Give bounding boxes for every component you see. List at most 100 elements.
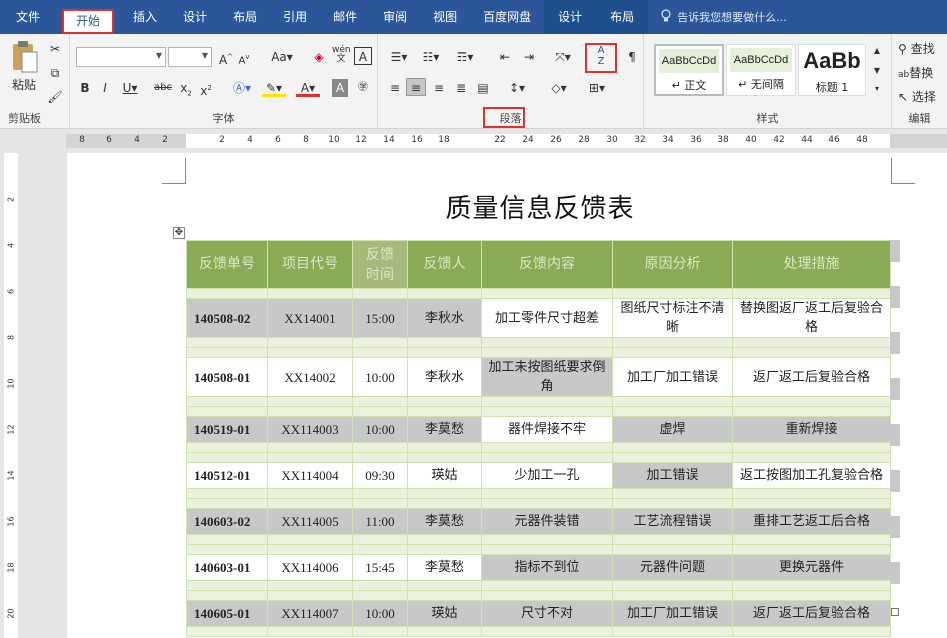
table-cell-cause[interactable]: 工艺流程错误	[612, 508, 733, 535]
style-heading-1[interactable]: AaBb 标题 1	[798, 44, 866, 96]
tab-view[interactable]: 视图	[420, 0, 470, 34]
table-cell-action[interactable]: 重排工艺返工后合格	[732, 508, 891, 535]
shading-icon[interactable]: ◇▾	[546, 79, 572, 97]
increase-indent-icon[interactable]: ⇥	[520, 48, 538, 66]
subscript-icon[interactable]: x2	[178, 79, 194, 97]
table-cell-content[interactable]: 加工未按图纸要求倒角	[481, 357, 613, 397]
bold-icon[interactable]: B	[78, 79, 92, 97]
clear-format-icon[interactable]: ◈	[310, 48, 328, 66]
tab-references[interactable]: 引用	[270, 0, 320, 34]
styles-scroll-down-icon[interactable]: ▼	[870, 62, 884, 80]
vertical-ruler[interactable]: 2 4 6 8 10 12 14 16 18 20	[0, 153, 23, 638]
table-cell-project[interactable]: XX114004	[267, 462, 353, 489]
table-cell-project[interactable]: XX14001	[267, 298, 353, 338]
enclose-char-icon[interactable]: ㊫	[354, 79, 372, 97]
strikethrough-icon[interactable]: abc	[152, 79, 174, 97]
text-effects-icon[interactable]: Ⓐ▾	[230, 79, 254, 97]
table-cell-cause[interactable]: 加工厂加工错误	[612, 357, 733, 397]
header-cell[interactable]: 处理措施	[732, 240, 891, 289]
header-cell[interactable]: 反馈单号	[186, 240, 268, 289]
grow-font-icon[interactable]: A^	[218, 48, 234, 67]
font-size-select[interactable]: ▼	[168, 47, 212, 67]
align-center-icon[interactable]: ≡	[406, 78, 426, 96]
table-cell-code[interactable]: 140605-01	[186, 600, 268, 627]
align-left-icon[interactable]: ≡	[386, 79, 404, 97]
table-cell-time[interactable]: 15:00	[352, 298, 408, 338]
justify-icon[interactable]: ≣	[452, 79, 470, 97]
font-name-select[interactable]: ▼	[76, 47, 166, 67]
table-cell-code[interactable]: 140508-01	[186, 357, 268, 397]
format-painter-icon[interactable]: 🖌	[46, 88, 64, 106]
bullets-icon[interactable]: ☰▾	[386, 48, 412, 66]
table-cell-time[interactable]: 11:00	[352, 508, 408, 535]
table-cell-time[interactable]: 10:00	[352, 357, 408, 397]
borders-icon[interactable]: ⊞▾	[584, 79, 610, 97]
cut-icon[interactable]: ✂	[46, 40, 64, 58]
table-cell-content[interactable]: 器件焊接不牢	[481, 416, 613, 443]
superscript-icon[interactable]: x2	[198, 79, 214, 98]
copy-icon[interactable]: ⧉	[46, 64, 64, 82]
header-cell[interactable]: 反馈人	[407, 240, 482, 289]
table-move-handle-icon[interactable]: ✥	[173, 227, 185, 239]
header-cell[interactable]: 反馈 时间	[352, 240, 408, 289]
shrink-font-icon[interactable]: Av	[236, 48, 252, 66]
change-case-icon[interactable]: Aa▾	[268, 48, 296, 66]
font-color-icon[interactable]: A▾	[296, 79, 320, 97]
style-no-spacing[interactable]: AaBbCcDd ↵ 无间隔	[726, 44, 796, 96]
table-cell-person[interactable]: 李莫愁	[407, 508, 482, 535]
replace-button[interactable]: ab替换	[898, 64, 946, 82]
table-cell-action[interactable]: 返厂返工后复验合格	[732, 357, 891, 397]
table-cell-content[interactable]: 加工零件尺寸超差	[481, 298, 613, 338]
tab-baidu-netdisk[interactable]: 百度网盘	[470, 0, 544, 34]
numbering-icon[interactable]: ☷▾	[418, 48, 444, 66]
table-cell-person[interactable]: 瑛姑	[407, 600, 482, 627]
multilevel-list-icon[interactable]: ☶▾	[452, 48, 478, 66]
table-cell-action[interactable]: 返工按图加工孔复验合格	[732, 462, 891, 489]
paste-icon[interactable]	[8, 40, 40, 74]
tab-insert[interactable]: 插入	[120, 0, 170, 34]
table-cell-project[interactable]: XX114005	[267, 508, 353, 535]
header-cell[interactable]: 项目代号	[267, 240, 353, 289]
table-cell-content[interactable]: 尺寸不对	[481, 600, 613, 627]
show-marks-icon[interactable]: ¶	[624, 48, 640, 66]
table-cell-time[interactable]: 10:00	[352, 600, 408, 627]
select-button[interactable]: ↖ 选择	[898, 88, 946, 106]
table-cell-project[interactable]: XX114006	[267, 554, 353, 581]
find-button[interactable]: ⚲ 查找	[898, 40, 946, 58]
table-cell-content[interactable]: 少加工一孔	[481, 462, 613, 489]
tab-file[interactable]: 文件	[0, 0, 56, 34]
table-cell-project[interactable]: XX114003	[267, 416, 353, 443]
italic-icon[interactable]: I	[98, 79, 112, 97]
char-shading-icon[interactable]: A	[332, 79, 348, 97]
chinese-layout-icon[interactable]: ⤧▾	[550, 48, 576, 66]
styles-more-icon[interactable]: ▾	[870, 80, 884, 98]
table-cell-cause[interactable]: 图纸尺寸标注不清晰	[612, 298, 733, 338]
table-cell-action[interactable]: 重新焊接	[732, 416, 891, 443]
horizontal-ruler[interactable]: 8 6 4 2 2 4 6 8 10 12 14 16 18 22 24 26 28 30 32 34 36 38 40 42…	[0, 129, 947, 153]
distributed-icon[interactable]: ▤	[474, 79, 492, 97]
table-cell-person[interactable]: 李秋水	[407, 357, 482, 397]
char-border-icon[interactable]: A	[354, 47, 372, 65]
table-cell-person[interactable]: 李莫愁	[407, 554, 482, 581]
tab-mailings[interactable]: 邮件	[320, 0, 370, 34]
paste-button-label[interactable]: 粘贴	[6, 76, 42, 94]
table-cell-person[interactable]: 瑛姑	[407, 462, 482, 489]
table-cell-cause[interactable]: 元器件问题	[612, 554, 733, 581]
style-normal[interactable]: AaBbCcDd ↵ 正文	[654, 44, 724, 96]
table-cell-content[interactable]: 指标不到位	[481, 554, 613, 581]
line-spacing-icon[interactable]: ↕▾	[504, 79, 530, 97]
table-cell-code[interactable]: 140603-02	[186, 508, 268, 535]
tab-table-layout[interactable]: 布局	[596, 0, 649, 34]
underline-icon[interactable]: U▾	[120, 79, 140, 97]
tab-home[interactable]: 开始	[62, 9, 115, 34]
decrease-indent-icon[interactable]: ⇤	[496, 48, 514, 66]
table-cell-time[interactable]: 10:00	[352, 416, 408, 443]
table-cell-action[interactable]: 替换图返厂返工后复验合格	[732, 298, 891, 338]
table-cell-action[interactable]: 更换元器件	[732, 554, 891, 581]
table-cell-person[interactable]: 李莫愁	[407, 416, 482, 443]
styles-scroll-up-icon[interactable]: ▲	[870, 42, 884, 60]
table-cell-code[interactable]: 140512-01	[186, 462, 268, 489]
table-cell-cause[interactable]: 加工错误	[612, 462, 733, 489]
table-cell-code[interactable]: 140603-01	[186, 554, 268, 581]
table-cell-content[interactable]: 元器件装错	[481, 508, 613, 535]
